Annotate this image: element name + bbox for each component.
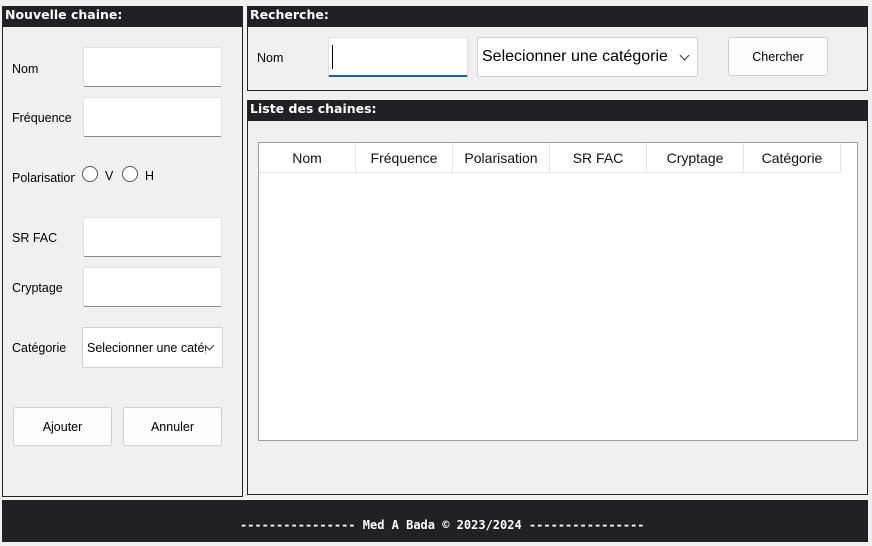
column-header-nom[interactable]: Nom (259, 143, 356, 173)
chevron-down-icon (679, 50, 690, 60)
new-channel-panel: Nouvelle chaine: Nom Fréquence Polarisat… (2, 6, 243, 497)
new-channel-title: Nouvelle chaine: (3, 7, 242, 27)
cancel-button[interactable]: Annuler (123, 407, 222, 446)
cryptage-field[interactable] (83, 267, 222, 307)
channel-table[interactable]: Nom Fréquence Polarisation SR FAC Crypta… (258, 142, 858, 441)
column-header-frequence[interactable]: Fréquence (356, 143, 453, 173)
search-nom-input[interactable] (328, 37, 468, 77)
search-title: Recherche: (248, 7, 867, 27)
column-header-categorie[interactable]: Catégorie (744, 143, 841, 173)
search-category-value: Selecionner une catégorie (482, 48, 668, 65)
footer-text: ---------------- Med A Bada © 2023/2024 … (239, 518, 645, 532)
category-select[interactable]: Selecionner une catégorie (82, 327, 223, 368)
polarisation-v-radio[interactable] (82, 166, 98, 182)
search-category-select[interactable]: Selecionner une catégorie (477, 37, 698, 77)
cryptage-label: Cryptage (12, 281, 63, 295)
nom-label: Nom (12, 62, 39, 76)
frequence-label: Fréquence (12, 111, 72, 125)
polarisation-h-radio[interactable] (122, 166, 138, 182)
add-button[interactable]: Ajouter (13, 407, 112, 446)
channel-list-title: Liste des chaines: (248, 101, 867, 121)
column-header-sr-fac[interactable]: SR FAC (550, 143, 647, 173)
text-caret (332, 45, 333, 69)
table-header: Nom Fréquence Polarisation SR FAC Crypta… (259, 143, 841, 173)
category-select-value: Selecionner une catégorie (87, 340, 206, 355)
sr-fac-field[interactable] (83, 217, 222, 257)
search-panel: Recherche: Nom Selecionner une catégorie… (247, 6, 868, 91)
column-header-polarisation[interactable]: Polarisation (453, 143, 550, 173)
polarisation-h-label: H (145, 169, 155, 183)
categorie-label: Catégorie (12, 341, 67, 355)
frequence-field[interactable] (83, 97, 222, 137)
search-nom-label: Nom (257, 51, 284, 65)
column-header-cryptage[interactable]: Cryptage (647, 143, 744, 173)
sr-fac-label: SR FAC (12, 231, 58, 245)
footer: ---------------- Med A Bada © 2023/2024 … (2, 500, 868, 542)
polarisation-label: Polarisation (12, 171, 75, 185)
nom-field[interactable] (83, 47, 222, 87)
channel-list-panel: Liste des chaines: Nom Fréquence Polaris… (247, 100, 868, 495)
chevron-down-icon (204, 340, 215, 351)
polarisation-v-label: V (105, 169, 114, 183)
search-button[interactable]: Chercher (728, 37, 828, 76)
